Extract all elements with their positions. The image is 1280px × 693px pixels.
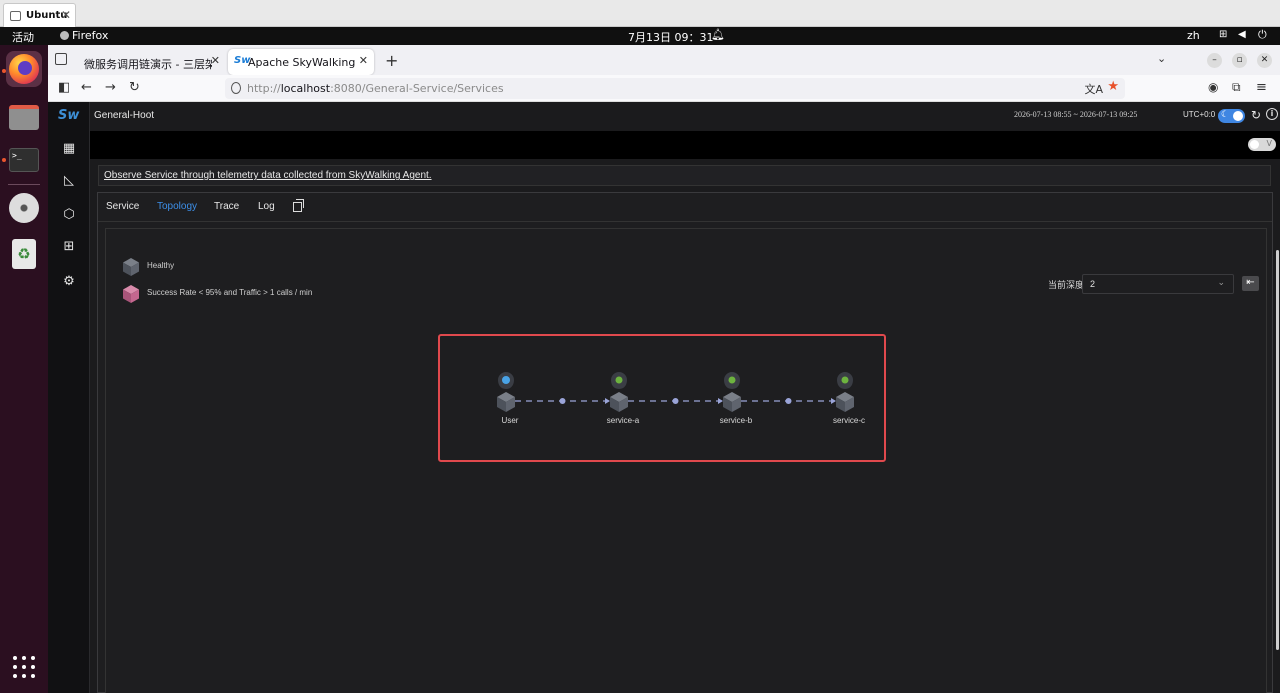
tab-trace[interactable]: Trace — [214, 201, 239, 212]
close-icon[interactable]: ✕ — [359, 54, 368, 67]
chart-icon[interactable]: ◺ — [62, 174, 76, 188]
theme-toggle[interactable]: ☾ — [1218, 109, 1245, 123]
skywalking-logo[interactable]: Sw — [58, 108, 79, 123]
vm-tab[interactable]: Ubuntu ✕ — [3, 3, 76, 27]
firefox-dock-icon[interactable] — [6, 51, 42, 87]
description-link[interactable]: Observe Service through telemetry data c… — [104, 170, 432, 181]
chevron-down-icon[interactable]: ⌄ — [1157, 52, 1166, 65]
show-apps-icon[interactable] — [13, 656, 35, 678]
skywalking-app: Sw ▦ ◺ ⬡ ⊞ ⚙ General-Hoot 2026-07-13 08:… — [48, 102, 1280, 693]
trash-dock-icon[interactable]: ♻ — [6, 236, 42, 272]
files-dock-icon[interactable] — [6, 99, 42, 135]
skywalking-favicon: Sw — [234, 55, 251, 66]
refresh-icon[interactable]: ↻ — [1251, 108, 1261, 122]
info-icon[interactable]: i — [1266, 108, 1278, 120]
address-bar[interactable]: http://localhost:8080/General-Service/Se… — [225, 78, 1125, 99]
browser-tab-active[interactable]: Sw Apache SkyWalking ✕ — [228, 49, 374, 75]
dock-separator — [8, 184, 40, 185]
back-icon[interactable]: ← — [81, 80, 92, 95]
alarm-icon[interactable]: ⬡ — [62, 208, 76, 222]
terminal-dock-icon[interactable]: >_ — [6, 142, 42, 178]
tab-title: Apache SkyWalking — [248, 56, 356, 69]
url-text: http://localhost:8080/General-Service/Se… — [247, 82, 504, 95]
breadcrumb[interactable]: General-Hoot — [94, 110, 154, 121]
notification-icon[interactable]: 🔔︎ — [711, 28, 725, 41]
browser-tab[interactable]: 微服务调用链演示 - 三层架构 ✕ — [78, 49, 220, 75]
language-indicator[interactable]: zh — [1187, 29, 1200, 42]
add-widget-icon[interactable]: ⊞ — [62, 240, 76, 254]
network-icon[interactable]: ⊞ — [1219, 29, 1227, 40]
timezone-label[interactable]: UTC+0:0 — [1183, 110, 1215, 119]
extensions-icon[interactable]: ⧉ — [1232, 80, 1241, 95]
activities-button[interactable]: 活动 — [12, 29, 34, 45]
firefox-app-icon — [60, 31, 69, 40]
account-icon[interactable]: ◉ — [1208, 80, 1218, 94]
close-window-icon[interactable]: ✕ — [1257, 53, 1272, 68]
settings-icon[interactable]: ⚙ — [62, 275, 76, 289]
service-panel: Service Topology Trace Log Healthy Succe… — [97, 192, 1273, 693]
active-app-name[interactable]: Firefox — [72, 29, 108, 42]
tab-title: 微服务调用链演示 - 三层架构 — [84, 58, 212, 71]
new-tab-icon[interactable]: + — [385, 51, 398, 70]
site-info-icon[interactable] — [231, 82, 241, 94]
power-icon[interactable]: ⏻ — [1258, 28, 1267, 42]
topology-view: Healthy Success Rate < 95% and Traffic >… — [105, 228, 1267, 693]
minimize-icon[interactable]: – — [1207, 53, 1222, 68]
dashboard-icon[interactable]: ▦ — [62, 142, 76, 156]
close-icon[interactable]: ✕ — [61, 8, 71, 22]
reload-icon[interactable]: ↻ — [129, 80, 140, 95]
dock: >_ ♻ — [0, 45, 48, 693]
tab-log[interactable]: Log — [258, 201, 275, 212]
toolbar-strip: V — [90, 131, 1280, 159]
restore-icon[interactable]: ▫ — [1232, 53, 1247, 68]
tab-service[interactable]: Service — [106, 201, 139, 212]
app-header: General-Hoot 2026-07-13 08:55 ~ 2026-07-… — [90, 102, 1280, 131]
disc-dock-icon[interactable] — [6, 190, 42, 226]
panel-tabs: Service Topology Trace Log — [98, 193, 1272, 222]
running-indicator — [2, 69, 6, 73]
list-all-tabs-icon[interactable] — [55, 53, 67, 65]
time-range[interactable]: 2026-07-13 08:55 ~ 2026-07-13 09:25 — [1014, 110, 1137, 119]
forward-icon[interactable]: → — [105, 80, 116, 95]
browser-nav-bar: ◧ ← → ↻ http://localhost:8080/General-Se… — [48, 75, 1280, 102]
app-sidebar: Sw ▦ ◺ ⬡ ⊞ ⚙ — [48, 102, 90, 693]
sidebar-toggle-icon[interactable]: ◧ — [58, 80, 70, 95]
highlight-box — [438, 334, 886, 462]
view-toggle[interactable]: V — [1248, 138, 1276, 151]
system-top-bar: 活动 Firefox 7月13日 09：31 🔔︎ zh ⊞ ◀ ⏻ — [0, 27, 1280, 45]
volume-icon[interactable]: ◀ — [1238, 29, 1246, 40]
moon-icon: ☾ — [1221, 110, 1230, 120]
translate-icon[interactable]: 文A — [1084, 81, 1103, 97]
bookmark-star-icon[interactable]: ★ — [1107, 79, 1119, 94]
copy-icon[interactable] — [293, 199, 304, 212]
description-banner: Observe Service through telemetry data c… — [98, 165, 1271, 186]
browser-tab-bar: 微服务调用链演示 - 三层架构 ✕ Sw Apache SkyWalking ✕… — [48, 45, 1280, 75]
menu-icon[interactable]: ≡ — [1256, 80, 1267, 95]
close-icon[interactable]: ✕ — [211, 54, 220, 67]
vm-window-bar: Ubuntu ✕ — [0, 0, 1280, 27]
scrollbar[interactable] — [1276, 250, 1279, 650]
vm-icon — [10, 11, 21, 21]
running-indicator — [2, 158, 6, 162]
clock[interactable]: 7月13日 09：31 — [628, 29, 714, 45]
tab-topology[interactable]: Topology — [157, 201, 197, 212]
